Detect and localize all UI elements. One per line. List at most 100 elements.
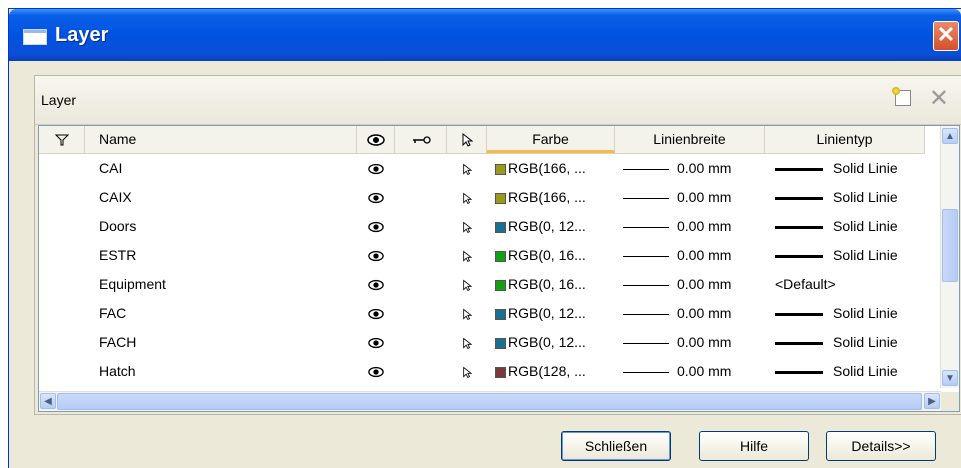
filter-icon — [54, 134, 69, 146]
layer-linetype[interactable]: Solid Linie — [775, 241, 925, 270]
lineweight-sample — [623, 168, 669, 170]
layer-row[interactable]: Hatch RGB(128, ... 0.00 mm Solid Linie — [39, 357, 925, 386]
lineweight-value: 0.00 mm — [677, 305, 732, 321]
layer-color[interactable]: RGB(0, 16... — [495, 241, 615, 270]
layer-lineweight[interactable]: 0.00 mm — [623, 299, 765, 328]
color-swatch — [495, 279, 506, 291]
select-toggle[interactable] — [447, 357, 487, 386]
select-toggle[interactable] — [447, 183, 487, 212]
layer-lineweight[interactable]: 0.00 mm — [623, 357, 765, 386]
color-swatch — [495, 192, 506, 204]
scroll-down-button[interactable]: ▼ — [942, 370, 958, 386]
new-layer-icon[interactable] — [892, 87, 911, 106]
select-toggle[interactable] — [447, 212, 487, 241]
visibility-toggle[interactable] — [357, 357, 395, 386]
layer-row[interactable]: CAIX RGB(166, ... 0.00 mm Solid Linie — [39, 183, 925, 212]
layer-lineweight[interactable]: 0.00 mm — [623, 328, 765, 357]
visibility-toggle[interactable] — [357, 183, 395, 212]
horizontal-scroll-thumb[interactable] — [57, 393, 922, 410]
help-button[interactable]: Hilfe — [699, 431, 809, 461]
scroll-left-button[interactable]: ◀ — [40, 393, 56, 409]
lineweight-sample — [623, 226, 669, 228]
lineweight-value: 0.00 mm — [677, 160, 732, 176]
layer-linetype[interactable]: Solid Linie — [775, 183, 925, 212]
layer-lineweight[interactable]: 0.00 mm — [623, 270, 765, 299]
linetype-sample — [775, 225, 823, 229]
layer-color[interactable]: RGB(166, ... — [495, 183, 615, 212]
details-button[interactable]: Details>> — [826, 431, 936, 461]
layer-color[interactable]: RGB(128, ... — [495, 357, 615, 386]
layer-color[interactable]: RGB(0, 16... — [495, 270, 615, 299]
color-column-header[interactable]: Farbe — [487, 126, 615, 153]
layer-linetype[interactable]: Solid Linie — [775, 154, 925, 183]
lock-toggle[interactable] — [395, 299, 447, 328]
delete-layer-icon[interactable]: ✕ — [929, 84, 949, 113]
layer-color[interactable]: RGB(166, ... — [495, 154, 615, 183]
eye-icon — [368, 251, 384, 262]
visibility-toggle[interactable] — [357, 299, 395, 328]
horizontal-scrollbar[interactable]: ◀ ▶ — [39, 391, 941, 411]
layer-color[interactable]: RGB(0, 12... — [495, 212, 615, 241]
eye-icon — [366, 134, 385, 147]
lock-toggle[interactable] — [395, 328, 447, 357]
visibility-toggle[interactable] — [357, 241, 395, 270]
select-toggle[interactable] — [447, 270, 487, 299]
linetype-value: Solid Linie — [833, 160, 898, 176]
layer-lineweight[interactable]: 0.00 mm — [623, 212, 765, 241]
lock-toggle[interactable] — [395, 154, 447, 183]
layer-row[interactable]: CAI RGB(166, ... 0.00 mm Solid Linie — [39, 154, 925, 183]
linetype-value: <Default> — [775, 276, 836, 292]
scroll-right-button[interactable]: ▶ — [924, 393, 940, 409]
visibility-column-header[interactable] — [357, 126, 395, 153]
vertical-scrollbar[interactable]: ▲ ▼ — [940, 126, 959, 388]
visibility-toggle[interactable] — [357, 154, 395, 183]
layer-row[interactable]: Equipment RGB(0, 16... 0.00 mm <Default> — [39, 270, 925, 299]
lock-toggle[interactable] — [395, 357, 447, 386]
name-column-header[interactable]: Name — [85, 126, 357, 153]
layer-row[interactable]: Doors RGB(0, 12... 0.00 mm Solid Linie — [39, 212, 925, 241]
layer-row[interactable]: FACH RGB(0, 12... 0.00 mm Solid Linie — [39, 328, 925, 357]
close-window-button[interactable]: ✕ — [933, 21, 959, 51]
lock-toggle[interactable] — [395, 183, 447, 212]
lock-toggle[interactable] — [395, 241, 447, 270]
color-swatch — [495, 308, 506, 320]
layer-lineweight[interactable]: 0.00 mm — [623, 241, 765, 270]
visibility-toggle[interactable] — [357, 270, 395, 299]
select-toggle[interactable] — [447, 299, 487, 328]
layer-linetype[interactable]: Solid Linie — [775, 357, 925, 386]
scroll-up-button[interactable]: ▲ — [942, 128, 958, 144]
layer-linetype[interactable]: Solid Linie — [775, 299, 925, 328]
layer-row[interactable]: FAC RGB(0, 12... 0.00 mm Solid Linie — [39, 299, 925, 328]
layer-lineweight[interactable]: 0.00 mm — [623, 154, 765, 183]
close-button[interactable]: Schließen — [561, 431, 671, 461]
select-toggle[interactable] — [447, 241, 487, 270]
lock-toggle[interactable] — [395, 270, 447, 299]
filter-column-header[interactable] — [39, 126, 85, 153]
title-bar[interactable]: Layer ✕ — [9, 9, 961, 61]
visibility-toggle[interactable] — [357, 212, 395, 241]
key-icon — [412, 136, 431, 144]
layer-row[interactable]: ESTR RGB(0, 16... 0.00 mm Solid Linie — [39, 241, 925, 270]
lineweight-column-header[interactable]: Linienbreite — [615, 126, 765, 153]
chevron-down-icon: ▼ — [945, 373, 955, 384]
layer-linetype[interactable]: Solid Linie — [775, 328, 925, 357]
select-toggle[interactable] — [447, 328, 487, 357]
layer-color[interactable]: RGB(0, 12... — [495, 299, 615, 328]
lineweight-value: 0.00 mm — [677, 334, 732, 350]
select-toggle[interactable] — [447, 154, 487, 183]
scroll-corner — [941, 392, 959, 411]
select-column-header[interactable] — [447, 126, 487, 153]
visibility-toggle[interactable] — [357, 328, 395, 357]
lock-toggle[interactable] — [395, 212, 447, 241]
vertical-scroll-thumb[interactable] — [942, 209, 958, 282]
layer-linetype[interactable]: <Default> — [775, 270, 925, 299]
linetype-sample — [775, 196, 823, 200]
chevron-right-icon: ▶ — [928, 396, 936, 407]
eye-icon — [368, 367, 384, 378]
linetype-value: Solid Linie — [833, 334, 898, 350]
layer-color[interactable]: RGB(0, 12... — [495, 328, 615, 357]
layer-linetype[interactable]: Solid Linie — [775, 212, 925, 241]
layer-lineweight[interactable]: 0.00 mm — [623, 183, 765, 212]
lock-column-header[interactable] — [395, 126, 447, 153]
linetype-column-header[interactable]: Linientyp — [765, 126, 925, 153]
